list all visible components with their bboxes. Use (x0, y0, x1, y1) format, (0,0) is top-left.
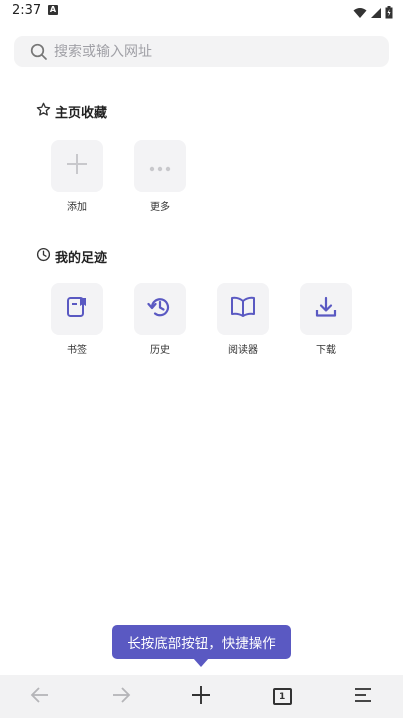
forward-button[interactable] (101, 677, 141, 717)
reader-book-icon (230, 296, 256, 322)
plus-icon (65, 152, 89, 180)
tile-add[interactable]: 添加 (51, 140, 103, 213)
tile-more[interactable]: 更多 (134, 140, 186, 213)
search-icon (30, 43, 48, 61)
battery-icon (385, 4, 393, 23)
tile-reader-box[interactable] (217, 283, 269, 335)
status-icons (353, 4, 393, 23)
menu-button[interactable] (343, 677, 383, 717)
tile-add-label: 添加 (67, 202, 87, 213)
menu-icon (354, 687, 372, 707)
arrow-left-icon (30, 686, 50, 707)
tile-history-box[interactable] (134, 283, 186, 335)
tile-more-label: 更多 (150, 202, 170, 213)
download-icon (314, 295, 338, 323)
tile-download[interactable]: 下载 (300, 283, 352, 356)
signal-icon (370, 4, 382, 23)
search-bar[interactable] (14, 36, 389, 67)
tile-bookmark-box[interactable] (51, 283, 103, 335)
tile-add-box[interactable] (51, 140, 103, 192)
clock-icon (36, 247, 51, 266)
tooltip-arrow (193, 658, 209, 667)
wifi-icon (353, 4, 367, 23)
tile-history-label: 历史 (150, 345, 170, 356)
tile-bookmark-label: 书签 (67, 345, 87, 356)
arrow-right-icon (111, 686, 131, 707)
plus-icon (191, 685, 211, 709)
tabs-button[interactable]: 1 (262, 677, 302, 717)
tile-reader-label: 阅读器 (228, 345, 258, 356)
tab-count-badge: 1 (272, 688, 292, 705)
tile-download-label: 下载 (316, 345, 336, 356)
star-icon (36, 102, 51, 121)
notification-icon: A (48, 5, 58, 15)
back-button[interactable] (20, 677, 60, 717)
new-tab-button[interactable] (181, 677, 221, 717)
tile-download-box[interactable] (300, 283, 352, 335)
status-time: 2:37 (12, 3, 42, 18)
footprints-title: 我的足迹 (55, 251, 108, 266)
bottom-toolbar: 1 (0, 675, 403, 718)
tile-reader[interactable]: 阅读器 (217, 283, 269, 356)
more-dots-icon (148, 157, 172, 176)
tile-more-box[interactable] (134, 140, 186, 192)
hint-tooltip: 长按底部按钮，快捷操作 (112, 625, 291, 659)
bookmark-icon (65, 295, 89, 323)
history-icon (147, 294, 173, 324)
status-bar: 2:37 A (0, 0, 403, 24)
footprints-header: 我的足迹 (36, 247, 107, 266)
search-input[interactable] (54, 43, 354, 60)
tile-history[interactable]: 历史 (134, 283, 186, 356)
tile-bookmark[interactable]: 书签 (51, 283, 103, 356)
favorites-header: 主页收藏 (36, 102, 107, 121)
favorites-title: 主页收藏 (55, 106, 108, 121)
